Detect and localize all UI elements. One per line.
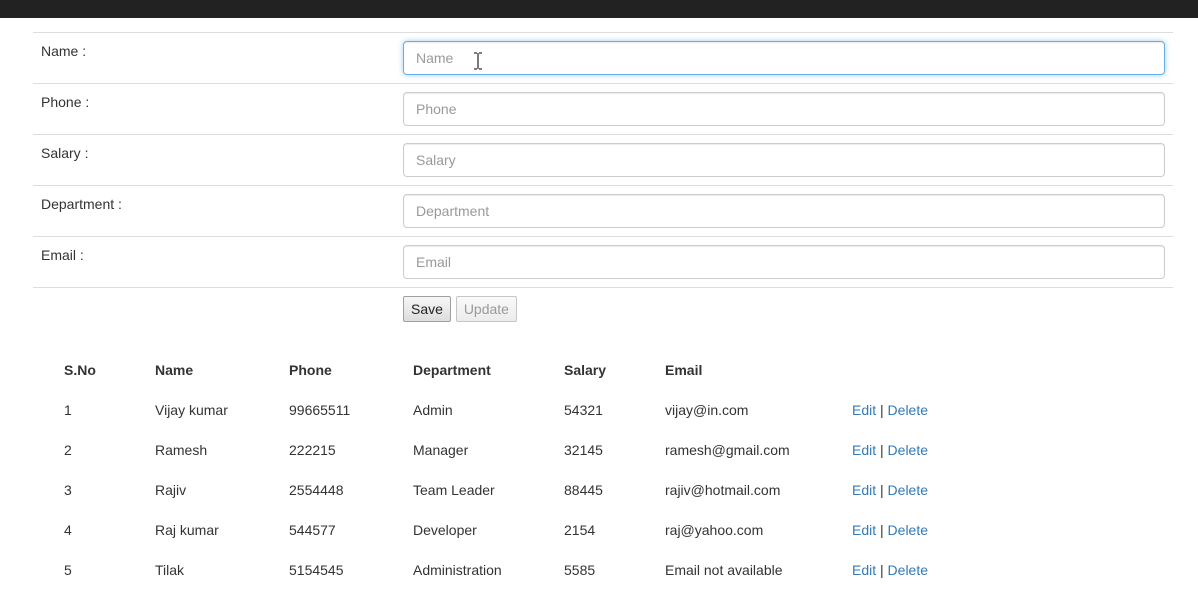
edit-link[interactable]: Edit bbox=[852, 482, 876, 498]
header-actions bbox=[844, 350, 1010, 390]
cell-actions: Edit | Delete bbox=[844, 510, 1010, 550]
phone-label: Phone : bbox=[41, 94, 90, 110]
action-separator: | bbox=[880, 522, 884, 538]
cell-name: Raj kumar bbox=[155, 522, 219, 538]
cell-email: rajiv@hotmail.com bbox=[665, 482, 781, 498]
cell-sno: 5 bbox=[64, 562, 72, 578]
edit-link[interactable]: Edit bbox=[852, 522, 876, 538]
cell-email: ramesh@gmail.com bbox=[665, 442, 790, 458]
cell-salary: 5585 bbox=[564, 562, 596, 578]
phone-input[interactable] bbox=[403, 92, 1165, 126]
department-label: Department : bbox=[41, 196, 122, 212]
delete-link[interactable]: Delete bbox=[888, 562, 928, 578]
cell-sno: 3 bbox=[64, 482, 72, 498]
edit-link[interactable]: Edit bbox=[852, 442, 876, 458]
cell-email: raj@yahoo.com bbox=[665, 522, 764, 538]
cell-actions: Edit | Delete bbox=[844, 550, 1010, 590]
employee-form: Name : Phone : Salary : Department : Ema… bbox=[33, 32, 1173, 288]
table-row: 4 Raj kumar 544577 Developer 2154 raj@ya… bbox=[56, 510, 1010, 550]
form-row-salary: Salary : bbox=[33, 134, 1173, 185]
cell-salary: 54321 bbox=[564, 402, 603, 418]
cell-actions: Edit | Delete bbox=[844, 390, 1010, 430]
cell-phone: 222215 bbox=[289, 442, 336, 458]
update-button[interactable]: Update bbox=[455, 296, 517, 322]
table-row: 1 Vijay kumar 99665511 Admin 54321 vijay… bbox=[56, 390, 1010, 430]
department-input[interactable] bbox=[403, 194, 1165, 228]
form-row-department: Department : bbox=[33, 185, 1173, 236]
name-input[interactable] bbox=[403, 41, 1165, 75]
form-row-email: Email : bbox=[33, 236, 1173, 288]
cell-name: Tilak bbox=[155, 562, 185, 578]
cell-sno: 1 bbox=[64, 402, 72, 418]
form-row-name: Name : bbox=[33, 32, 1173, 83]
cell-department: Developer bbox=[413, 522, 477, 538]
header-salary: Salary bbox=[564, 362, 607, 378]
salary-input[interactable] bbox=[403, 143, 1165, 177]
header-department: Department bbox=[413, 362, 491, 378]
header-phone: Phone bbox=[289, 362, 332, 378]
cell-name: Ramesh bbox=[155, 442, 208, 458]
delete-link[interactable]: Delete bbox=[888, 482, 928, 498]
form-row-phone: Phone : bbox=[33, 83, 1173, 134]
form-actions: Save Update bbox=[403, 296, 518, 322]
cell-sno: 4 bbox=[64, 522, 72, 538]
table-row: 2 Ramesh 222215 Manager 32145 ramesh@gma… bbox=[56, 430, 1010, 470]
name-label: Name : bbox=[41, 43, 87, 59]
salary-label: Salary : bbox=[41, 145, 89, 161]
header-sno: S.No bbox=[64, 362, 96, 378]
cell-name: Vijay kumar bbox=[155, 402, 228, 418]
cell-email: Email not available bbox=[665, 562, 783, 578]
cell-department: Manager bbox=[413, 442, 469, 458]
action-separator: | bbox=[880, 402, 884, 418]
action-separator: | bbox=[880, 562, 884, 578]
header-name: Name bbox=[155, 362, 194, 378]
cell-phone: 99665511 bbox=[289, 402, 351, 418]
table-row: 5 Tilak 5154545 Administration 5585 Emai… bbox=[56, 550, 1010, 590]
action-separator: | bbox=[880, 482, 884, 498]
cell-actions: Edit | Delete bbox=[844, 430, 1010, 470]
email-input[interactable] bbox=[403, 245, 1165, 279]
cell-salary: 88445 bbox=[564, 482, 603, 498]
text-cursor-icon bbox=[474, 52, 482, 70]
delete-link[interactable]: Delete bbox=[888, 442, 928, 458]
edit-link[interactable]: Edit bbox=[852, 562, 876, 578]
delete-link[interactable]: Delete bbox=[888, 522, 928, 538]
cell-email: vijay@in.com bbox=[665, 402, 749, 418]
cell-actions: Edit | Delete bbox=[844, 470, 1010, 510]
table-header-row: S.No Name Phone Department Salary Email bbox=[56, 350, 1010, 390]
cell-phone: 544577 bbox=[289, 522, 336, 538]
cell-salary: 32145 bbox=[564, 442, 603, 458]
cell-department: Team Leader bbox=[413, 482, 495, 498]
cell-department: Admin bbox=[413, 402, 453, 418]
action-separator: | bbox=[880, 442, 884, 458]
cell-department: Administration bbox=[413, 562, 502, 578]
cell-phone: 2554448 bbox=[289, 482, 344, 498]
cell-phone: 5154545 bbox=[289, 562, 344, 578]
cell-name: Rajiv bbox=[155, 482, 187, 498]
employee-table-container: S.No Name Phone Department Salary Email … bbox=[56, 350, 1156, 590]
save-button[interactable]: Save bbox=[403, 296, 451, 322]
top-navbar bbox=[0, 0, 1198, 18]
cell-salary: 2154 bbox=[564, 522, 596, 538]
delete-link[interactable]: Delete bbox=[888, 402, 928, 418]
table-row: 3 Rajiv 2554448 Team Leader 88445 rajiv@… bbox=[56, 470, 1010, 510]
edit-link[interactable]: Edit bbox=[852, 402, 876, 418]
email-label: Email : bbox=[41, 247, 84, 263]
cell-sno: 2 bbox=[64, 442, 72, 458]
header-email: Email bbox=[665, 362, 703, 378]
employee-table: S.No Name Phone Department Salary Email … bbox=[56, 350, 1010, 590]
